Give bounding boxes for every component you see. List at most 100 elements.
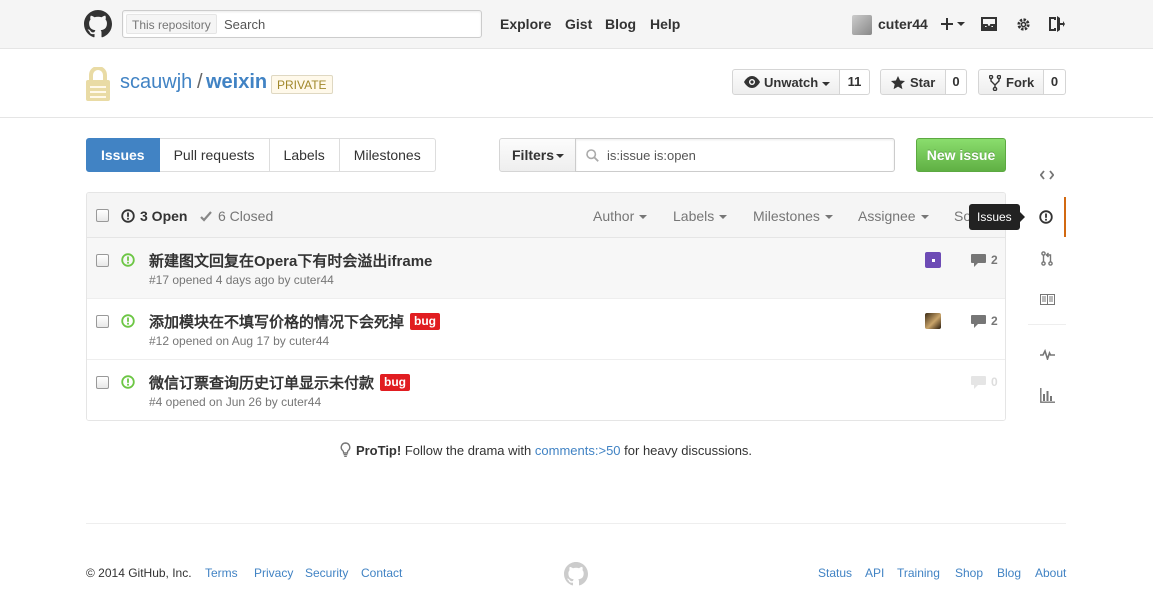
sidebar-item-code[interactable] [1028,155,1066,195]
footer-copyright: © 2014 GitHub, Inc. [86,566,192,580]
comments-link[interactable]: 2 [971,253,998,267]
assignee-avatar[interactable] [925,313,941,329]
tab-labels[interactable]: Labels [269,138,340,172]
chevron-down-icon [719,215,728,220]
issue-title: 微信订票查询历史订单显示未付款 [149,375,375,392]
labels-filter-dropdown[interactable]: Labels [673,208,728,224]
issue-title: 新建图文回复在Opera下有时会溢出iframe [149,253,433,270]
nav-help[interactable]: Help [650,16,680,32]
nav-gist[interactable]: Gist [565,16,592,32]
unwatch-button[interactable]: Unwatch [732,69,840,95]
repo-owner-link[interactable]: scauwjh [120,71,192,94]
nav-blog[interactable]: Blog [605,16,636,32]
assignee-filter-dropdown[interactable]: Assignee [858,208,929,224]
comment-count: 2 [991,314,998,328]
issue-checkbox[interactable] [96,315,109,328]
forks-count[interactable]: 0 [1044,69,1066,95]
stargazers-count[interactable]: 0 [946,69,967,95]
footer-link-api[interactable]: API [865,566,884,580]
chevron-down-icon [639,215,648,220]
author-filter-dropdown[interactable]: Author [593,208,648,224]
footer-link-training[interactable]: Training [897,566,940,580]
username[interactable]: cuter44 [878,16,928,32]
comments-link[interactable]: 0 [971,375,998,389]
github-mark-icon[interactable] [564,562,588,586]
chevron-down-icon [920,215,929,220]
create-new-menu[interactable] [940,12,966,36]
filter-query-input[interactable]: is:issue is:open [607,148,696,163]
plus-icon [941,18,965,30]
notifications-button[interactable] [978,12,1000,36]
sidebar-item-wiki[interactable] [1028,279,1066,319]
tab-milestones[interactable]: Milestones [339,138,436,172]
issue-title-link[interactable]: 新建图文回复在Opera下有时会溢出iframe [149,250,432,271]
issue-checkbox[interactable] [96,254,109,267]
footer-link-shop[interactable]: Shop [955,566,983,580]
repo-sidebar [1028,150,1066,426]
issue-opened-info: #12 opened on Aug 17 by [149,334,286,348]
sign-out-button[interactable] [1045,12,1067,36]
repo-name-link[interactable]: weixin [206,71,267,94]
issue-row[interactable]: 微信订票查询历史订单显示未付款 bug #4 opened on Jun 26 b… [87,360,1005,420]
open-issues-filter[interactable]: 3 Open [121,208,187,224]
issue-author-link[interactable]: cuter44 [294,273,334,287]
footer-link-contact[interactable]: Contact [361,566,402,580]
footer-link-blog[interactable]: Blog [997,566,1021,580]
issue-title-link[interactable]: 添加模块在不填写价格的情况下会死掉 bug [149,311,441,332]
chevron-down-icon [824,215,833,220]
light-bulb-icon [340,442,351,457]
bug-label[interactable]: bug [410,313,441,330]
sidebar-item-pulse[interactable] [1028,334,1066,374]
sidebar-item-issues[interactable] [1028,197,1066,237]
site-header: This repository Search Explore Gist Blog… [0,0,1153,49]
closed-issues-filter[interactable]: 6 Closed [200,208,273,224]
new-issue-button[interactable]: New issue [916,138,1006,172]
protip-query-link[interactable]: comments:>50 [535,443,621,458]
issue-title-link[interactable]: 微信订票查询历史订单显示未付款 bug [149,372,411,393]
assignee-avatar[interactable] [925,252,941,268]
issue-author-link[interactable]: cuter44 [281,395,321,409]
search-input[interactable]: Search [224,17,265,32]
search-icon [586,149,599,162]
avatar [852,15,872,35]
closed-count-label: 6 Closed [218,208,274,224]
sidebar-item-pull-requests[interactable] [1028,238,1066,278]
star-button[interactable]: Star [880,69,946,95]
site-search[interactable]: This repository Search [122,10,482,38]
watchers-count[interactable]: 11 [840,69,870,95]
issue-opened-icon [121,209,135,223]
comments-link[interactable]: 2 [971,314,998,328]
tab-issues[interactable]: Issues [86,138,160,172]
footer-link-security[interactable]: Security [305,566,348,580]
select-all-checkbox[interactable] [96,209,109,222]
github-logo-icon[interactable] [84,10,112,38]
nav-explore[interactable]: Explore [500,16,551,32]
issue-author-link[interactable]: cuter44 [289,334,329,348]
path-separator: / [197,71,203,93]
issue-checkbox[interactable] [96,376,109,389]
code-icon [1040,170,1054,180]
settings-button[interactable] [1012,12,1034,36]
repo-header: scauwjh / weixin PRIVATE Unwatch 11 Star… [0,49,1153,118]
issue-filter-search[interactable]: is:issue is:open [575,138,895,172]
inbox-icon [981,17,997,31]
milestones-filter-dropdown[interactable]: Milestones [753,208,833,224]
bug-label[interactable]: bug [380,374,411,391]
footer-link-status[interactable]: Status [818,566,852,580]
footer-link-about[interactable]: About [1035,566,1066,580]
star-icon [891,76,905,90]
protip-text: Follow the drama with [404,443,532,458]
fork-button[interactable]: Fork [978,69,1044,95]
issue-meta: #4 opened on Jun 26 by cuter44 [149,395,321,409]
footer-link-privacy[interactable]: Privacy [254,566,293,580]
graphs-icon [1039,387,1055,403]
footer-link-terms[interactable]: Terms [205,566,238,580]
issue-row[interactable]: 新建图文回复在Opera下有时会溢出iframe #17 opened 4 da… [87,238,1005,299]
filters-dropdown[interactable]: Filters [499,138,576,172]
issue-row[interactable]: 添加模块在不填写价格的情况下会死掉 bug #12 opened on Aug 1… [87,299,1005,360]
tab-pull-requests[interactable]: Pull requests [159,138,270,172]
search-scope-label: This repository [126,14,217,34]
sidebar-item-graphs[interactable] [1028,375,1066,415]
protip-text-end: for heavy discussions. [624,443,753,458]
pull-request-icon [1041,250,1053,266]
